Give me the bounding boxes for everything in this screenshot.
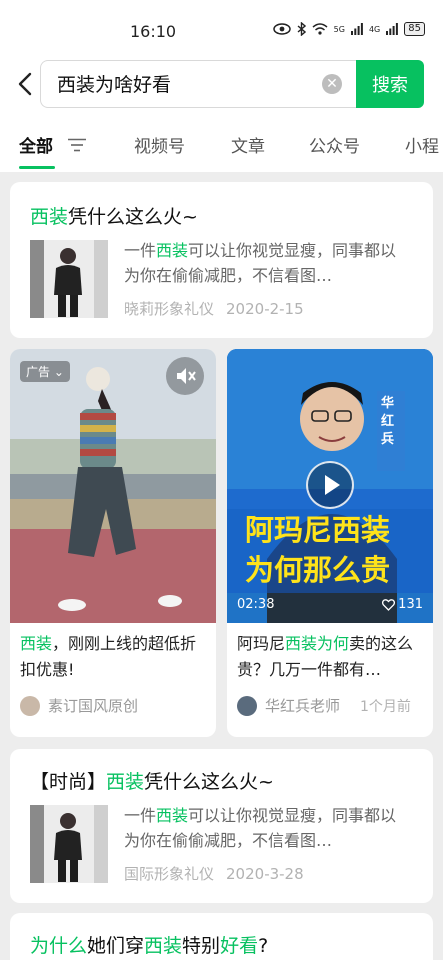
author-name: 素订国风原创	[48, 697, 139, 715]
video-card[interactable]: 广告 ⌄ 西装，刚刚上线的超低折扣优惠! 素订国风原创	[10, 349, 216, 737]
back-arrow-icon[interactable]	[12, 70, 38, 98]
signal-icon	[386, 23, 399, 35]
author-name: 华红兵老师	[265, 697, 341, 715]
status-icons: 5G 4G 85	[272, 22, 425, 36]
search-bar: ✕ 搜索	[0, 58, 443, 114]
battery-indicator: 85	[404, 22, 425, 36]
video-likes: 131	[382, 597, 423, 612]
article-date: 2020-3-28	[226, 865, 304, 883]
article-thumbnail	[30, 805, 108, 883]
tab-mini-programs[interactable]: 小程	[405, 132, 439, 157]
video-duration: 02:38	[237, 597, 275, 612]
tab-articles[interactable]: 文章	[231, 132, 265, 157]
article-source: 国际形象礼仪	[124, 865, 215, 883]
search-input[interactable]	[57, 72, 307, 94]
article-title: 西装凭什么这么火~	[30, 206, 198, 228]
article-meta: 国际形象礼仪 2020-3-28	[124, 863, 304, 884]
overlay-name: 华红兵	[381, 396, 395, 447]
signal-label-2: 4G	[368, 24, 381, 34]
video-thumbnail: 广告 ⌄	[10, 349, 216, 623]
article-card[interactable]: 【时尚】西装凭什么这么火~ 一件西装可以让你视觉显瘦，同事都以为你在偷偷减肥，不…	[10, 749, 433, 903]
clear-icon[interactable]: ✕	[322, 74, 342, 94]
article-source: 晓莉形象礼仪	[124, 300, 215, 318]
wifi-icon	[312, 23, 328, 35]
article-meta: 晓莉形象礼仪 2020-2-15	[124, 298, 304, 319]
article-date: 2020-2-15	[226, 300, 304, 318]
video-author: 素订国风原创	[20, 695, 138, 716]
ad-badge[interactable]: 广告 ⌄	[20, 361, 70, 382]
heart-icon	[382, 598, 396, 611]
video-thumbnail: 华红兵 阿玛尼西装 为何那么贵 02:38 131	[227, 349, 433, 623]
person-photo	[30, 240, 108, 318]
article-snippet: 一件西装可以让你视觉显瘦，同事都以为你在偷偷减肥，不信看图…	[124, 806, 397, 850]
article-title: 【时尚】西装凭什么这么火~	[30, 771, 274, 793]
tab-official-accounts[interactable]: 公众号	[309, 132, 360, 157]
play-icon[interactable]	[306, 461, 354, 509]
video-time-ago: 1个月前	[360, 698, 411, 715]
tab-all[interactable]: 全部	[19, 132, 53, 157]
bluetooth-icon	[297, 22, 306, 36]
signal-label-1: 5G	[333, 24, 345, 34]
avatar	[20, 695, 40, 716]
search-box: ✕	[40, 60, 356, 108]
status-time: 16:10	[130, 22, 177, 41]
filter-tabs: 全部 视频号 文章 公众号 小程	[0, 114, 443, 172]
article-title: 为什么她们穿西装特别好看?	[30, 935, 269, 957]
tab-channels[interactable]: 视频号	[134, 132, 185, 157]
article-card[interactable]: 西装凭什么这么火~ 一件西装可以让你视觉显瘦，同事都以为你在偷偷减肥，不信看图……	[10, 182, 433, 338]
article-card[interactable]: 为什么她们穿西装特别好看?	[10, 913, 433, 960]
video-title: 阿玛尼西装为何卖的这么贵？几万一件都有…	[237, 634, 414, 679]
search-button[interactable]: 搜索	[356, 60, 424, 108]
avatar	[237, 695, 257, 716]
signal-icon	[350, 23, 363, 35]
video-title: 西装，刚刚上线的超低折扣优惠!	[20, 634, 197, 679]
active-tab-indicator	[19, 166, 55, 169]
eye-icon	[272, 23, 291, 35]
article-thumbnail	[30, 240, 108, 318]
filter-icon[interactable]	[68, 138, 86, 152]
status-bar: 16:10 5G 4G 85	[0, 0, 443, 58]
video-author: 华红兵老师 1个月前	[237, 695, 411, 716]
article-snippet: 一件西装可以让你视觉显瘦，同事都以为你在偷偷减肥，不信看图…	[124, 241, 397, 285]
person-photo	[30, 805, 108, 883]
video-card[interactable]: 华红兵 阿玛尼西装 为何那么贵 02:38 131 阿玛尼西装为何卖的这么贵？几…	[227, 349, 433, 737]
overlay-headline-2: 为何那么贵	[245, 553, 391, 587]
overlay-headline-1: 阿玛尼西装	[245, 513, 391, 547]
mute-icon[interactable]	[166, 357, 204, 395]
